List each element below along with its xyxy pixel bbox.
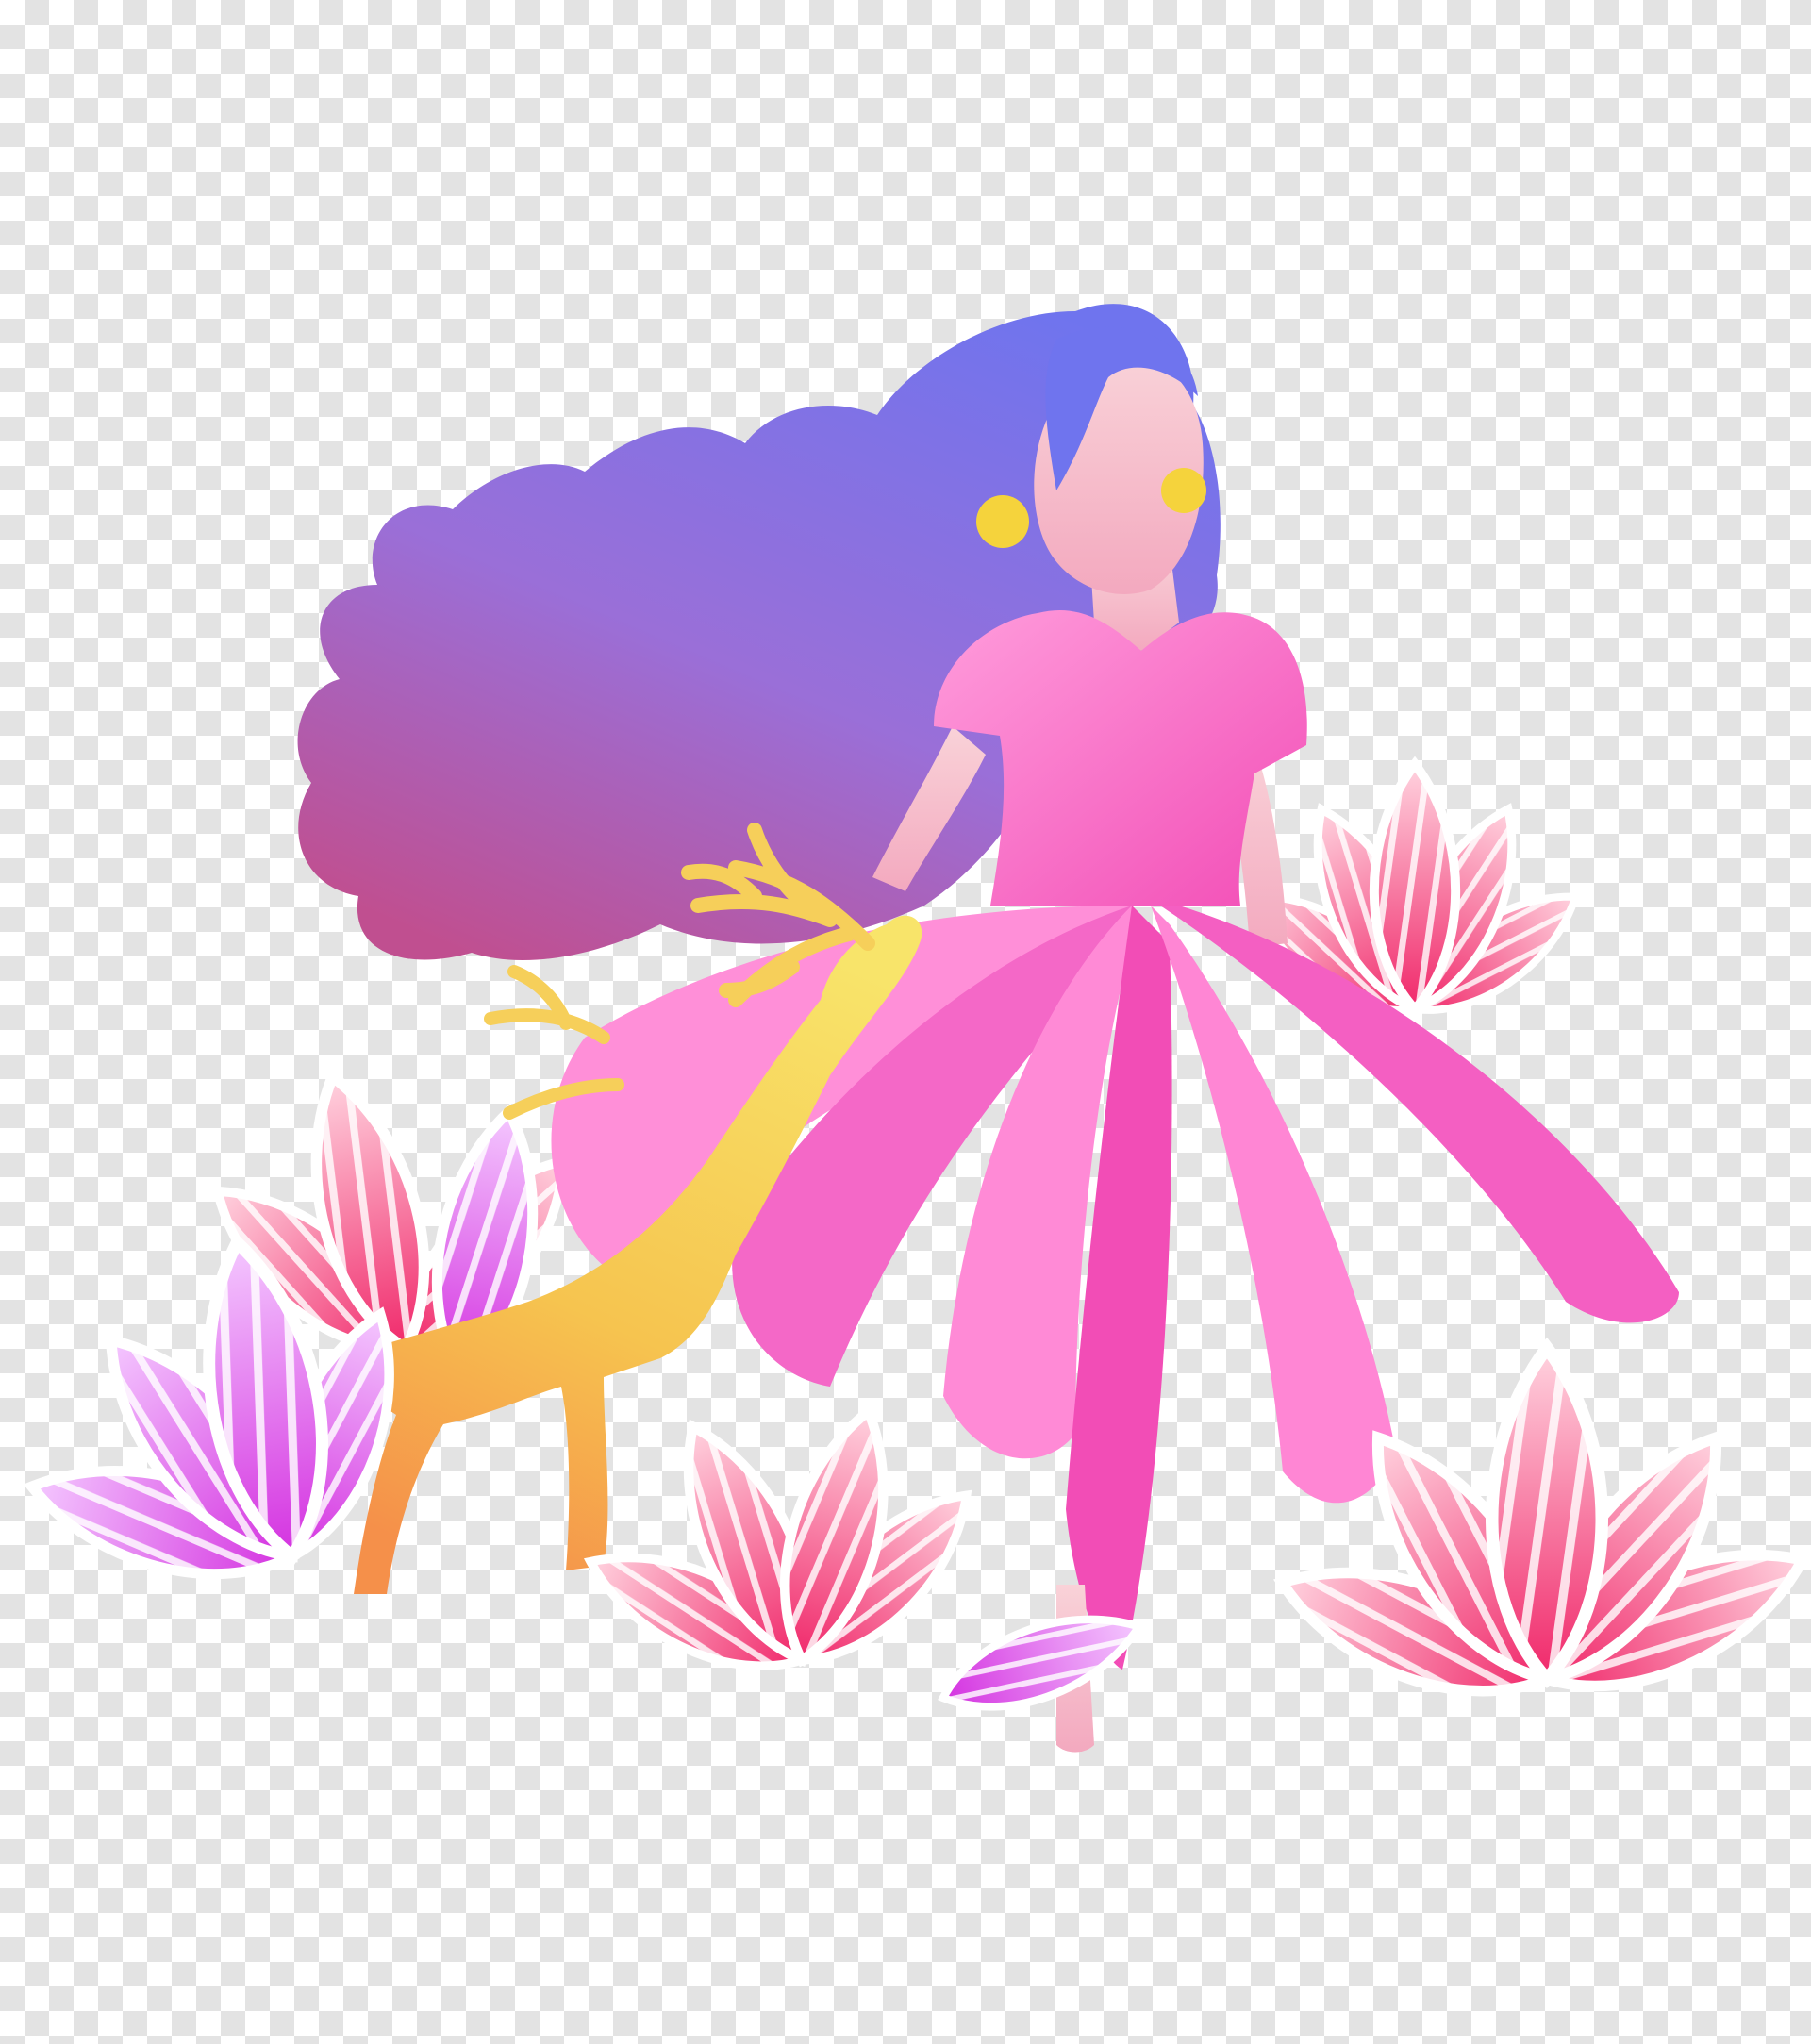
transparent-canvas xyxy=(0,0,1811,2044)
lotus-flower-front-middle xyxy=(574,1401,1151,1731)
earring-right xyxy=(1161,468,1206,513)
illustration xyxy=(0,304,1811,1753)
earring-left xyxy=(976,495,1029,548)
